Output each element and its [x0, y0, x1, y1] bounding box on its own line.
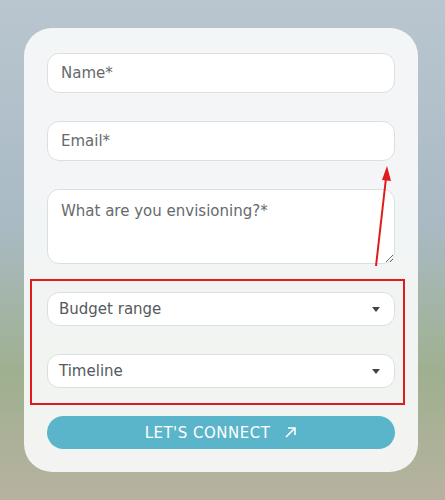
annotation-arrow	[376, 178, 386, 266]
message-field[interactable]	[47, 189, 395, 264]
select-field[interactable]: Budget range	[47, 292, 395, 326]
annotation-overlay	[0, 0, 445, 500]
arrow-up-right-icon	[284, 426, 297, 439]
text-field[interactable]	[47, 53, 395, 93]
page: Budget range Timeline LET'S CONNECT	[0, 0, 445, 500]
caret-down-icon	[372, 369, 380, 374]
contact-card: Budget range Timeline LET'S CONNECT	[24, 28, 418, 472]
caret-down-icon	[372, 307, 380, 312]
text-field[interactable]	[47, 121, 395, 161]
select-label: Budget range	[59, 300, 161, 318]
select-label: Timeline	[59, 362, 123, 380]
select-field[interactable]: Timeline	[47, 354, 395, 388]
connect-button[interactable]: LET'S CONNECT	[47, 416, 395, 449]
highlight-box	[31, 280, 404, 404]
arrowhead-icon	[382, 166, 391, 181]
